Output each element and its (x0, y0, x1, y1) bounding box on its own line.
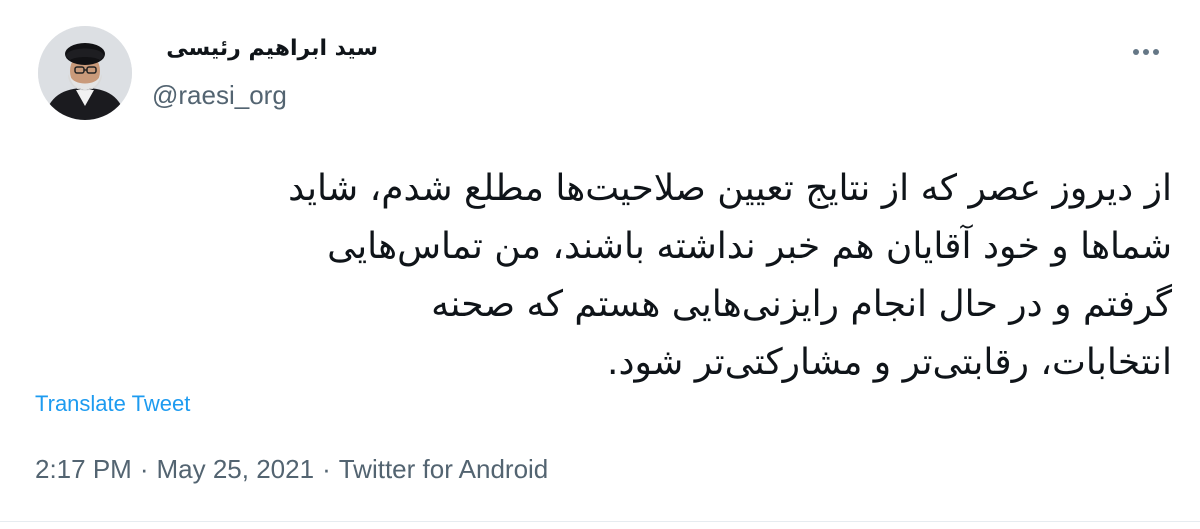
tweet-text-line: شماها و خود آقایان هم خبر نداشته باشند، … (327, 226, 1172, 267)
tweet-text: از دیروز عصر که از نتایج تعیین صلاحیت‌ها… (32, 160, 1172, 392)
tweet-time[interactable]: 2:17 PM (35, 454, 132, 484)
user-handle[interactable]: @raesi_org (152, 80, 287, 111)
display-name[interactable]: سید ابراهیم رئیسی (166, 36, 378, 61)
translate-tweet-link[interactable]: Translate Tweet (35, 391, 190, 417)
tweet-metadata: 2:17 PM · May 25, 2021 · Twitter for Android (35, 454, 548, 485)
avatar[interactable] (38, 26, 132, 120)
tweet-card: سید ابراهیم رئیسی @raesi_org از دیروز عص… (0, 0, 1200, 529)
tweet-text-line: گرفتم و در حال انجام رایزنی‌هایی هستم که… (431, 284, 1172, 325)
meta-separator: · (322, 454, 331, 484)
profile-photo-icon (38, 26, 132, 120)
tweet-text-line: از دیروز عصر که از نتایج تعیین صلاحیت‌ها… (288, 168, 1172, 209)
meta-separator: · (139, 454, 149, 484)
more-horizontal-icon-dot (1143, 49, 1149, 55)
tweet-text-line: انتخابات، رقابتی‌تر و مشارکتی‌تر شود. (607, 342, 1172, 383)
more-horizontal-icon-dot (1153, 49, 1159, 55)
more-options-button[interactable] (1128, 38, 1164, 66)
more-horizontal-icon (1133, 49, 1139, 55)
tweet-source[interactable]: Twitter for Android (339, 454, 549, 484)
divider (0, 521, 1200, 522)
tweet-date[interactable]: May 25, 2021 (157, 454, 315, 484)
